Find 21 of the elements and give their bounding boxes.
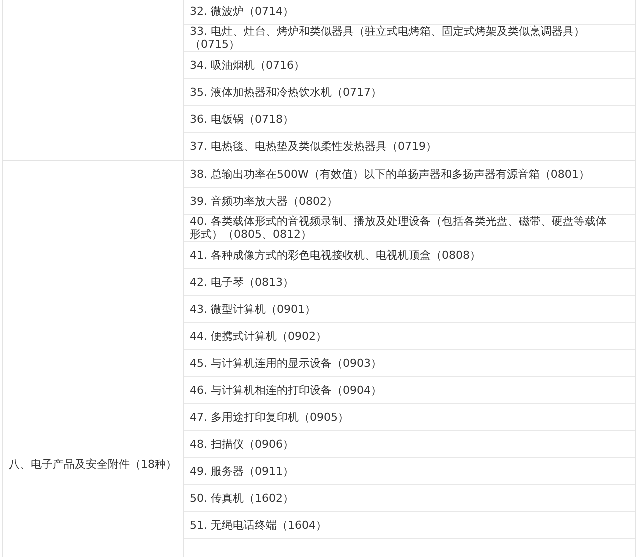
product-item: 41. 各种成像方式的彩色电视接收机、电视机顶盒（0808）	[190, 248, 481, 262]
product-item: 46. 与计算机相连的打印设备（0904）	[190, 384, 382, 396]
product-item: 38. 总输出功率在500W（有效值）以下的单扬声器和多扬声器有源音箱（0801）	[190, 168, 590, 180]
product-item: 43. 微型计算机（0901）	[190, 302, 316, 316]
product-item: 36. 电饭锅（0718）	[190, 112, 294, 126]
product-item: 35. 液体加热器和冷热饮水机（0717）	[190, 86, 382, 98]
product-item: 50. 传真机（1602）	[190, 492, 294, 504]
category-label: 八、电子产品及安全附件（18种）	[9, 456, 177, 472]
product-item: 48. 扫描仪（0906）	[190, 438, 294, 450]
product-item: 49. 服务器（0911）	[190, 464, 294, 478]
product-item: 47. 多用途打印复印机（0905）	[190, 410, 349, 424]
product-item: 44. 便携式计算机（0902）	[190, 330, 327, 342]
product-item: 32. 微波炉（0714）	[190, 4, 294, 18]
product-item: 51. 无绳电话终端（1604）	[190, 518, 327, 532]
product-item: 40. 各类载体形式的音视频录制、播放及处理设备（包括各类光盘、磁带、硬盘等载体形式）（0805、0812）	[190, 215, 608, 241]
product-item: 34. 吸油烟机（0716）	[190, 58, 305, 72]
product-item: 42. 电子琴（0813）	[190, 276, 294, 288]
product-item: 33. 电灶、灶台、烤炉和类似器具（驻立式电烤箱、固定式烤架及类似烹调器具）（0715）	[190, 25, 586, 51]
product-item: 45. 与计算机连用的显示设备（0903）	[190, 356, 382, 370]
product-item: 37. 电热毯、电热垫及类似柔性发热器具（0719）	[190, 140, 437, 153]
product-item: 39. 音频功率放大器（0802）	[190, 194, 338, 208]
